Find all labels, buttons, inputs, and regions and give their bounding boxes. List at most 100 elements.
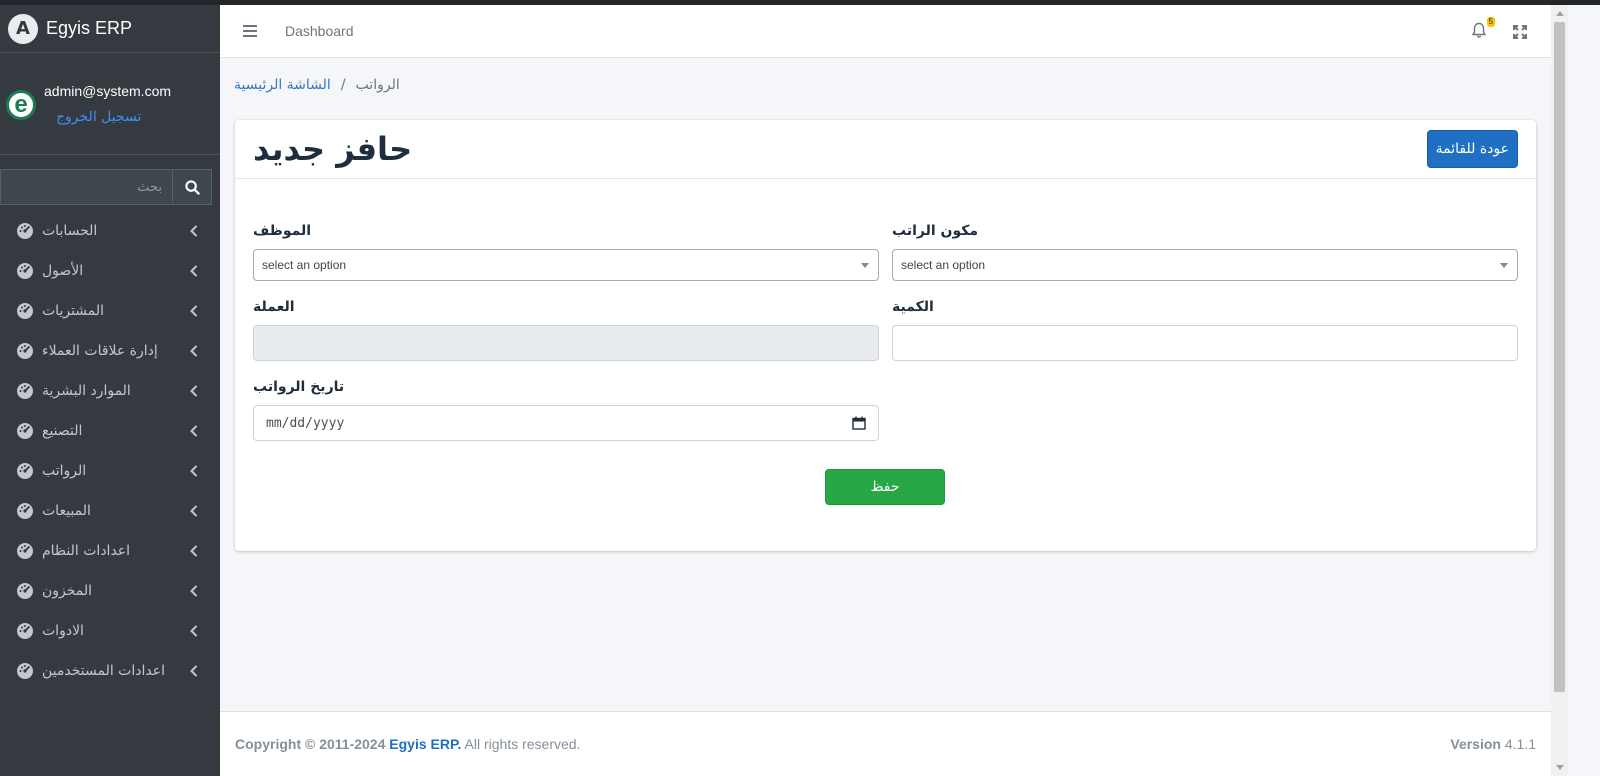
copyright-text: Copyright © 2011-2024 (235, 736, 386, 752)
sidebar-item-label: المبيعات (42, 503, 91, 519)
tachometer-icon (17, 343, 33, 359)
header-actions: 5 (1471, 17, 1527, 40)
scroll-up-icon[interactable] (1556, 11, 1564, 16)
footer-copyright: Copyright © 2011-2024 Egyis ERP. All rig… (235, 736, 580, 752)
scroll-thumb[interactable] (1554, 22, 1565, 692)
sidebar-item-label: المخزون (42, 583, 93, 599)
sidebar-item-label: إدارة علاقات العملاء (42, 343, 158, 359)
currency-label: العملة (253, 299, 295, 315)
footer-version: Version 4.1.1 (1450, 736, 1536, 752)
employee-select[interactable]: select an option (253, 249, 879, 281)
chevron-down-icon (861, 263, 869, 268)
dashboard-link[interactable]: Dashboard (285, 23, 354, 39)
sidebar-item-label: الأصول (42, 263, 84, 279)
bell-icon (1471, 22, 1487, 38)
chevron-left-icon (190, 465, 198, 477)
version-value: 4.1.1 (1504, 736, 1536, 752)
quantity-group: الكمية (892, 299, 1518, 361)
logout-link[interactable]: تسجيل الخروج (56, 109, 171, 125)
chevron-left-icon (190, 265, 198, 277)
user-info: admin@system.com تسجيل الخروج (44, 83, 171, 125)
brand-logo: A (8, 13, 38, 44)
menu-toggle-icon[interactable] (243, 22, 257, 40)
footer: Copyright © 2011-2024 Egyis ERP. All rig… (220, 711, 1551, 776)
sidebar-item-payroll[interactable]: الرواتب (0, 451, 220, 491)
sidebar-item-label: الحسابات (42, 223, 98, 239)
sidebar-item-inventory[interactable]: المخزون (0, 571, 220, 611)
sidebar-item-label: الرواتب (42, 463, 87, 479)
salary-component-select[interactable]: select an option (892, 249, 1518, 281)
notification-badge: 5 (1486, 17, 1495, 27)
search-input[interactable] (0, 169, 172, 205)
form-card: حافز جديد عودة للقائمة الموظف select an … (235, 120, 1536, 551)
salary-component-group: مكون الراتب select an option (892, 223, 1518, 281)
chevron-left-icon (190, 545, 198, 557)
sidebar-item-tools[interactable]: الادوات (0, 611, 220, 651)
card-header: حافز جديد عودة للقائمة (235, 120, 1536, 179)
tachometer-icon (17, 263, 33, 279)
page-title: حافز جديد (253, 130, 413, 168)
brand-name: Egyis ERP (46, 18, 133, 38)
tachometer-icon (17, 303, 33, 319)
sidebar-item-sales[interactable]: المبيعات (0, 491, 220, 531)
payroll-date-placeholder: mm/dd/yyyy (266, 415, 345, 431)
quantity-field[interactable] (892, 325, 1518, 361)
footer-brand-link[interactable]: Egyis ERP. (389, 736, 461, 752)
employee-group: الموظف select an option (253, 223, 879, 281)
sidebar-item-manufacturing[interactable]: التصنيع (0, 411, 220, 451)
sidebar-item-hr[interactable]: الموارد البشرية (0, 371, 220, 411)
chevron-left-icon (190, 305, 198, 317)
back-to-list-button[interactable]: عودة للقائمة (1426, 130, 1518, 168)
tachometer-icon (17, 223, 33, 239)
sidebar-item-assets[interactable]: الأصول (0, 251, 220, 291)
currency-group: العملة (253, 299, 879, 361)
tachometer-icon (17, 583, 33, 599)
sidebar-item-accounts[interactable]: الحسابات (0, 211, 220, 251)
breadcrumb: الشاشة الرئيسية / الرواتب (234, 77, 400, 93)
user-panel: e admin@system.com تسجيل الخروج (0, 53, 220, 155)
rights-text: All rights reserved. (464, 736, 581, 752)
payroll-date-label: تاريخ الرواتب (253, 379, 345, 395)
payroll-date-field[interactable]: mm/dd/yyyy (253, 405, 879, 441)
employee-label: الموظف (253, 223, 312, 239)
chevron-left-icon (190, 425, 198, 437)
sidebar-item-purchases[interactable]: المشتريات (0, 291, 220, 331)
tachometer-icon (17, 543, 33, 559)
chevron-left-icon (190, 625, 198, 637)
page-scrollbar[interactable] (1551, 5, 1568, 776)
sidebar-item-crm[interactable]: إدارة علاقات العملاء (0, 331, 220, 371)
version-label: Version (1450, 736, 1501, 752)
scroll-down-icon[interactable] (1556, 765, 1564, 770)
sidebar-item-label: الموارد البشرية (42, 383, 131, 399)
search-button[interactable] (172, 169, 212, 205)
calendar-icon[interactable] (852, 416, 866, 430)
sidebar-item-label: اعدادات المستخدمين (42, 663, 165, 679)
currency-field (253, 325, 879, 361)
fullscreen-button[interactable] (1513, 24, 1527, 39)
sidebar-nav: الحسابات الأصول المشتريات إدارة علاقات العم… (0, 211, 220, 691)
tachometer-icon (17, 623, 33, 639)
brand-logo-letter: A (16, 18, 30, 39)
sidebar-item-label: الادوات (42, 623, 84, 639)
search-icon (184, 179, 200, 195)
breadcrumb-separator: / (340, 77, 346, 93)
sidebar-item-system-settings[interactable]: اعدادات النظام (0, 531, 220, 571)
save-button[interactable]: حفظ (825, 469, 945, 505)
salary-component-label: مكون الراتب (892, 223, 979, 239)
sidebar-item-label: المشتريات (42, 303, 105, 319)
breadcrumb-home[interactable]: الشاشة الرئيسية (234, 77, 331, 93)
employee-select-value: select an option (262, 258, 347, 272)
sidebar-item-user-settings[interactable]: اعدادات المستخدمين (0, 651, 220, 691)
chevron-left-icon (190, 385, 198, 397)
user-email: admin@system.com (44, 82, 172, 99)
expand-icon (1513, 25, 1527, 39)
avatar-letter: e (14, 90, 28, 118)
notifications-button[interactable]: 5 (1471, 17, 1495, 40)
brand[interactable]: A Egyis ERP (0, 5, 220, 53)
chevron-left-icon (190, 225, 198, 237)
payroll-date-group: تاريخ الرواتب mm/dd/yyyy (253, 379, 879, 441)
tachometer-icon (17, 463, 33, 479)
tachometer-icon (17, 423, 33, 439)
chevron-left-icon (190, 585, 198, 597)
chevron-left-icon (190, 345, 198, 357)
